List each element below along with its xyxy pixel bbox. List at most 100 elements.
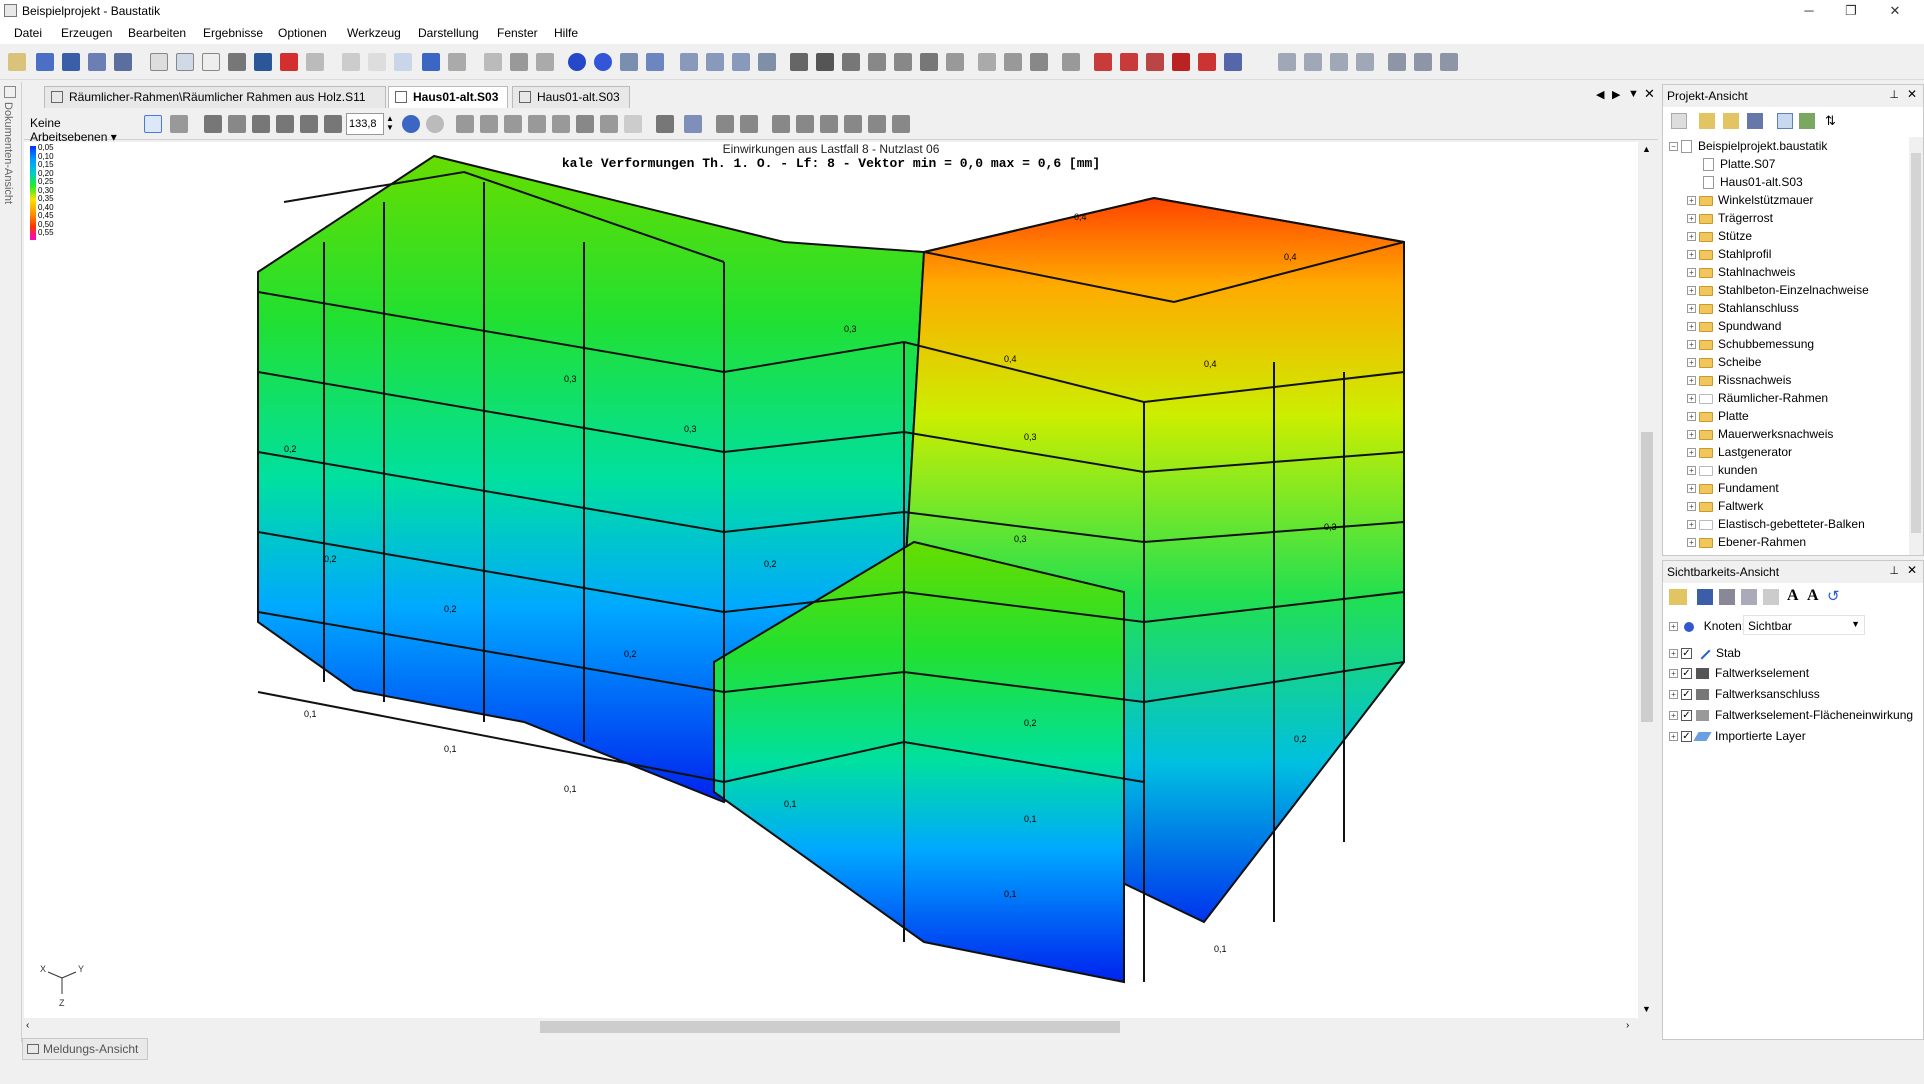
redo-icon[interactable] (448, 53, 466, 71)
tree-folder[interactable]: + Schubbemessung (1687, 337, 1814, 351)
view-6-icon[interactable] (892, 115, 910, 133)
model-canvas[interactable]: Einwirkungen aus Lastfall 8 - Nutzlast 0… (24, 142, 1638, 1018)
refresh-icon[interactable] (1799, 113, 1815, 129)
tab-haus01[interactable]: Haus01-alt.S03 (512, 86, 630, 108)
tree-folder[interactable]: + Scheibe (1687, 355, 1761, 369)
select-add-icon[interactable] (1414, 53, 1432, 71)
arrange-icon[interactable] (484, 53, 502, 71)
pan-icon[interactable] (276, 115, 294, 133)
print-icon[interactable] (228, 53, 246, 71)
tab-haus01-active[interactable]: Haus01-alt.S03 (388, 86, 508, 108)
node-add-icon[interactable] (594, 53, 612, 71)
menu-bearbeiten[interactable]: Bearbeiten (128, 26, 186, 40)
refresh-view-icon[interactable] (552, 115, 570, 133)
tree-folder[interactable]: + Winkelstützmauer (1687, 193, 1813, 207)
visibility-item-faltwerksanschluss[interactable]: + ✓ Faltwerksanschluss (1669, 687, 1820, 701)
filter-icon[interactable] (716, 115, 734, 133)
export-icon[interactable] (114, 53, 132, 71)
open-folder-icon[interactable] (1669, 589, 1687, 605)
grid-icon[interactable] (920, 53, 938, 71)
tree-folder[interactable]: + Rissnachweis (1687, 373, 1791, 387)
line-load-icon[interactable] (1120, 53, 1138, 71)
document-icon[interactable] (4, 86, 16, 98)
horizontal-scroll-thumb[interactable] (540, 1021, 1120, 1033)
fixed-icon[interactable] (758, 53, 776, 71)
cube-icon[interactable] (456, 115, 474, 133)
new-icon[interactable] (8, 53, 26, 71)
panel-close-icon[interactable]: ✕ (1907, 87, 1917, 101)
chart-icon[interactable] (740, 115, 758, 133)
view-4-icon[interactable] (844, 115, 862, 133)
support-icon[interactable] (680, 53, 698, 71)
workplane-dropdown[interactable]: Keine Arbeitsebenen ▾ (26, 113, 138, 144)
zoom-stepper-icon[interactable]: ▲ ▼ (386, 114, 394, 132)
word-icon[interactable] (254, 53, 272, 71)
undo-visibility-icon[interactable]: ↺ (1827, 587, 1840, 605)
node-icon[interactable] (568, 53, 586, 71)
visibility-item-flaecheneinwirkung[interactable]: + ✓ Faltwerkselement-Flächeneinwirkung (1669, 708, 1913, 722)
beam-icon[interactable] (790, 53, 808, 71)
node-tool-icon[interactable] (1278, 53, 1296, 71)
scroll-right-icon[interactable]: › (1626, 1020, 1629, 1031)
menu-fenster[interactable]: Fenster (497, 26, 538, 40)
page-icon[interactable] (150, 53, 168, 71)
zoom-input[interactable]: 133,8 (346, 113, 384, 135)
foundation-icon[interactable] (946, 53, 964, 71)
view-5-icon[interactable] (868, 115, 886, 133)
line-icon[interactable] (816, 53, 834, 71)
close-icon[interactable]: ✕ (1872, 0, 1918, 22)
load-icon[interactable] (1094, 53, 1112, 71)
menu-erzeugen[interactable]: Erzeugen (61, 26, 112, 40)
select-remove-icon[interactable] (1440, 53, 1458, 71)
pin-icon[interactable]: ⊥ (1889, 88, 1899, 101)
list-icon[interactable] (1719, 589, 1735, 605)
column-icon[interactable] (894, 53, 912, 71)
pointer-icon[interactable] (144, 115, 162, 133)
view-front-icon[interactable] (480, 115, 498, 133)
tab-list-icon[interactable]: ▼ (1628, 88, 1639, 100)
view-1-icon[interactable] (772, 115, 790, 133)
menu-hilfe[interactable]: Hilfe (554, 26, 578, 40)
maximize-icon[interactable]: ❐ (1828, 0, 1874, 22)
measure-icon[interactable] (620, 53, 638, 71)
opening-icon[interactable] (978, 53, 996, 71)
tree-folder[interactable]: + Ebener-Rahmen (1687, 535, 1806, 549)
node-merge-icon[interactable] (1330, 53, 1348, 71)
tree-folder[interactable]: + Spundwand (1687, 319, 1781, 333)
project-settings-icon[interactable] (1747, 113, 1763, 129)
tab-prev-icon[interactable]: ◀ (1596, 88, 1604, 101)
tree-file[interactable]: Platte.S07 (1703, 157, 1775, 172)
function-x-icon[interactable] (1198, 53, 1216, 71)
documents-view-label[interactable]: Dokumenten-Ansicht (2, 102, 14, 204)
hinge-icon[interactable] (706, 53, 724, 71)
tree-folder[interactable]: + Mauerwerksnachweis (1687, 427, 1833, 441)
panel-close-icon[interactable]: ✕ (1907, 563, 1917, 577)
home-icon[interactable] (510, 53, 528, 71)
tree-scrollbar[interactable] (1909, 137, 1923, 555)
menu-ergebnisse[interactable]: Ergebnisse (203, 26, 263, 40)
preview-icon[interactable] (176, 53, 194, 71)
select-icon[interactable] (1388, 53, 1406, 71)
menu-werkzeug[interactable]: Werkzeug (347, 26, 401, 40)
tree-folder[interactable]: + Stahlbeton-Einzelnachweise (1687, 283, 1869, 297)
view-3-icon[interactable] (820, 115, 838, 133)
report-icon[interactable] (306, 53, 324, 71)
spring-icon[interactable] (732, 53, 750, 71)
zoom-in-icon[interactable] (204, 115, 222, 133)
knoten-dropdown[interactable]: Sichtbar ▼ (1743, 615, 1865, 635)
lighting-icon[interactable] (684, 115, 702, 133)
pdf-icon[interactable] (280, 53, 298, 71)
wall-icon[interactable] (868, 53, 886, 71)
tab-close-icon[interactable]: ✕ (1644, 86, 1655, 102)
material-icon[interactable] (1030, 53, 1048, 71)
tab-next-icon[interactable]: ▶ (1612, 88, 1620, 101)
vertical-scrollbar[interactable]: ▲ ▼ (1638, 142, 1656, 1018)
lock-icon[interactable] (624, 115, 642, 133)
open-folder-icon[interactable] (1723, 113, 1739, 129)
combination-icon[interactable] (1224, 53, 1242, 71)
slab-icon[interactable] (842, 53, 860, 71)
layers-icon[interactable] (536, 53, 554, 71)
rotate-icon[interactable] (170, 115, 188, 133)
tree-folder[interactable]: + Stahlnachweis (1687, 265, 1795, 279)
tree-folder[interactable]: + Stahlprofil (1687, 247, 1771, 261)
